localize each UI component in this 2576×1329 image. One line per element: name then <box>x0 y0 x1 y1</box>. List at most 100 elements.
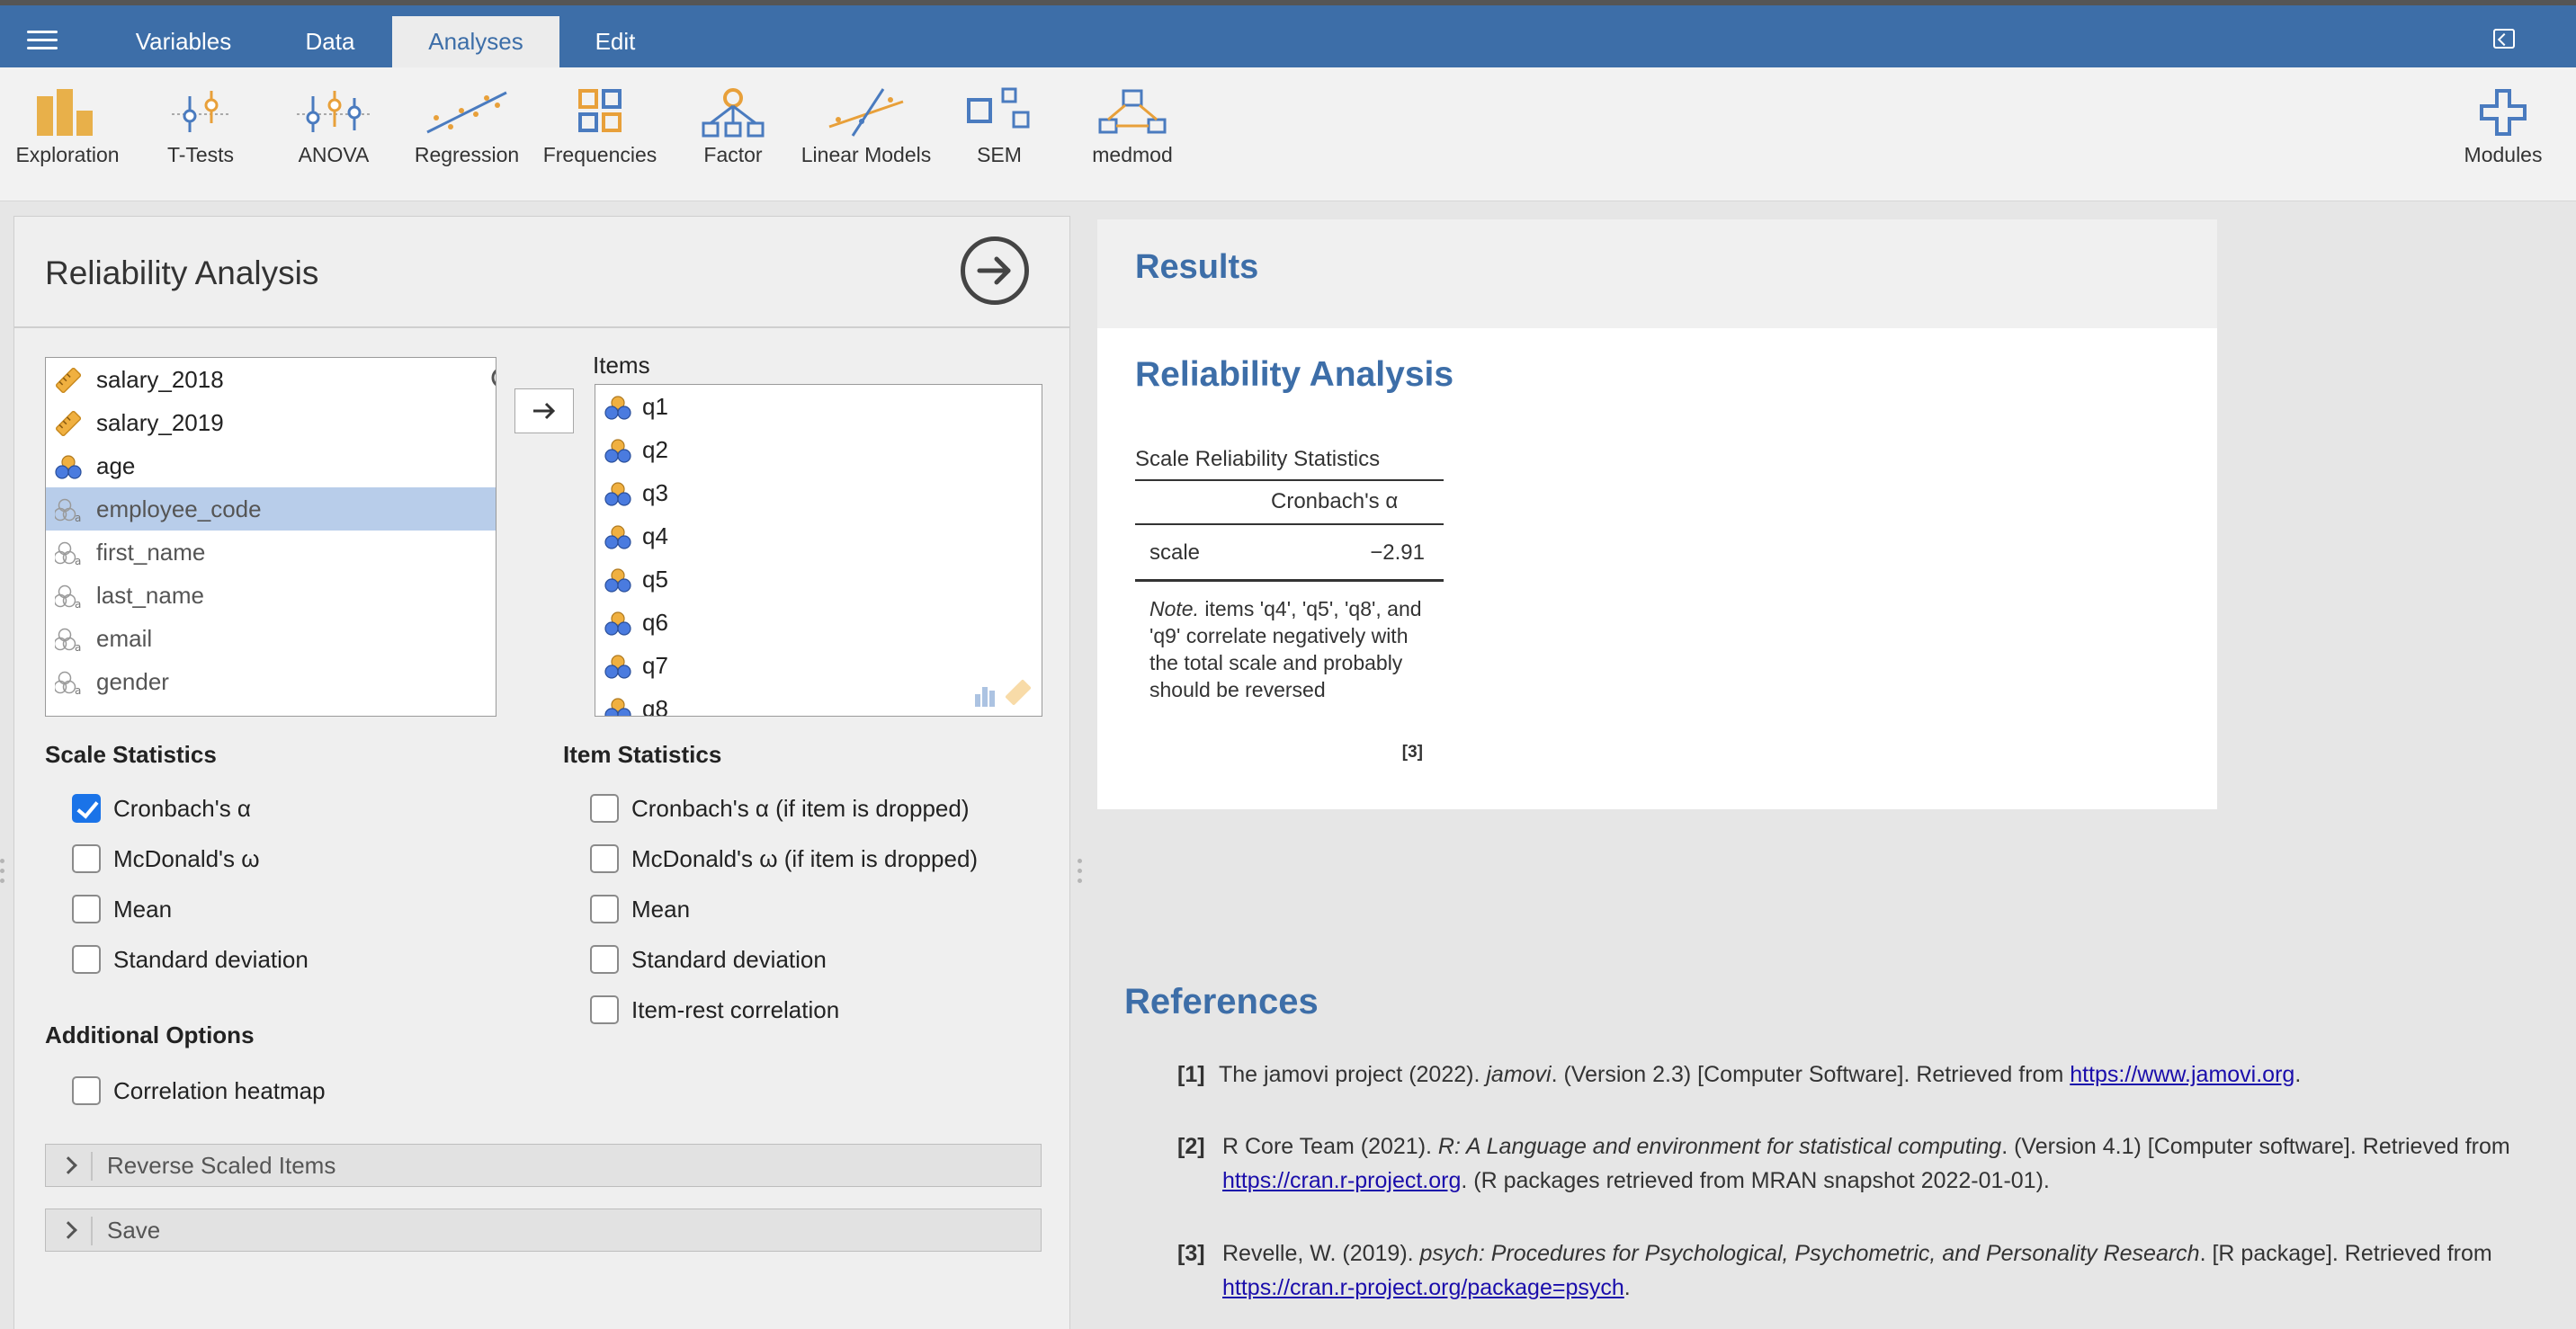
checkbox-checked[interactable] <box>72 794 101 823</box>
hamburger-menu-icon[interactable] <box>27 31 58 50</box>
variable-item-email[interactable]: a email <box>46 617 496 660</box>
item-cronbach-alpha-dropped-checkbox[interactable]: Cronbach's α (if item is dropped) <box>590 792 1022 825</box>
item-mean-checkbox[interactable]: Mean <box>590 893 1022 925</box>
medmod-icon <box>1098 89 1167 134</box>
ordinal-variable-icon <box>55 455 82 479</box>
close-options-button[interactable] <box>961 236 1029 305</box>
linear-models-icon <box>828 88 904 137</box>
variable-item-gender[interactable]: a gender <box>46 660 496 703</box>
variable-name: employee_code <box>96 495 262 522</box>
available-variables-list[interactable]: salary_2018 salary_2019 age a employee_c… <box>45 357 496 717</box>
ribbon-exploration-button[interactable]: Exploration <box>0 87 135 167</box>
move-to-items-button[interactable] <box>514 388 574 433</box>
variable-name: gender <box>96 668 169 695</box>
additional-options-heading: Additional Options <box>45 1021 255 1048</box>
variable-name: age <box>96 452 136 479</box>
allowed-measure-types-icon <box>975 679 1032 707</box>
ribbon-sem-button[interactable]: SEM <box>932 87 1067 167</box>
checkbox-unchecked[interactable] <box>72 895 101 923</box>
results-header: Results <box>1097 219 2217 328</box>
ordinal-variable-icon <box>604 568 631 593</box>
variable-item-salary-2018[interactable]: salary_2018 <box>46 358 496 401</box>
reverse-scaled-items-section[interactable]: Reverse Scaled Items <box>45 1144 1042 1187</box>
item-q4[interactable]: q4 <box>595 514 1042 557</box>
ribbon-frequencies-button[interactable]: Frequencies <box>532 87 667 167</box>
table-header-rule <box>1135 523 1444 525</box>
reference-authors: The jamovi project (2022). <box>1219 1062 1487 1087</box>
reference-title: psych: Procedures for Psychological, Psy… <box>1419 1241 2200 1266</box>
continuous-ruler-icon <box>55 368 82 393</box>
checkbox-unchecked[interactable] <box>590 794 619 823</box>
continuous-ruler-icon <box>55 411 82 436</box>
scale-standard-deviation-checkbox[interactable]: Standard deviation <box>72 943 342 976</box>
ribbon-linear-models-label: Linear Models <box>801 143 932 166</box>
variable-item-first-name[interactable]: a first_name <box>46 531 496 574</box>
svg-text:a: a <box>75 641 81 652</box>
ribbon-factor-button[interactable]: Factor <box>666 87 801 167</box>
reference-number: [3] <box>1177 1241 1205 1266</box>
ribbon-anova-button[interactable]: ANOVA <box>266 87 401 167</box>
scale-mean-checkbox[interactable]: Mean <box>72 893 342 925</box>
ordinal-variable-icon <box>604 525 631 549</box>
checkbox-unchecked[interactable] <box>590 844 619 873</box>
reference-link[interactable]: https://cran.r-project.org/package=psych <box>1222 1275 1624 1300</box>
tab-analyses[interactable]: Analyses <box>392 16 559 67</box>
arrow-right-circle-icon <box>977 256 1011 285</box>
item-name: q2 <box>642 436 668 463</box>
analysis-title: Reliability Analysis <box>1135 355 1454 394</box>
tab-variables[interactable]: Variables <box>113 16 254 67</box>
variable-item-last-name[interactable]: a last_name <box>46 574 496 617</box>
reference-tail: . <box>2294 1062 2302 1087</box>
panel-splitter-handle[interactable] <box>1078 859 1083 891</box>
table-reference-marker[interactable]: [3] <box>1396 743 1423 763</box>
checkbox-unchecked[interactable] <box>590 995 619 1024</box>
nominal-text-variable-icon: a <box>55 541 81 566</box>
save-section[interactable]: Save <box>45 1209 1042 1252</box>
item-q3[interactable]: q3 <box>595 471 1042 514</box>
correlation-heatmap-checkbox[interactable]: Correlation heatmap <box>72 1075 378 1107</box>
scale-cronbach-alpha-checkbox[interactable]: Cronbach's α <box>72 792 342 825</box>
item-mcdonald-omega-dropped-checkbox[interactable]: McDonald's ω (if item is dropped) <box>590 843 1022 875</box>
table-note: Note. items 'q4', 'q5', 'q8', and 'q9' c… <box>1149 595 1437 703</box>
reference-link[interactable]: https://cran.r-project.org <box>1222 1168 1461 1193</box>
items-list[interactable]: q1 q2 q3 q4 q5 q6 q7 q8 <box>595 384 1042 717</box>
reference-item: [2] R Core Team (2021). R: A Language an… <box>1177 1129 2518 1198</box>
checkbox-unchecked[interactable] <box>590 895 619 923</box>
item-standard-deviation-checkbox[interactable]: Standard deviation <box>590 943 1022 976</box>
variable-item-salary-2019[interactable]: salary_2019 <box>46 401 496 444</box>
left-splitter-handle[interactable] <box>0 859 5 891</box>
checkbox-unchecked[interactable] <box>72 945 101 974</box>
results-panel: Results Reliability Analysis Scale Relia… <box>1093 219 2576 1329</box>
nominal-text-variable-icon: a <box>55 671 81 695</box>
ribbon-modules-button[interactable]: Modules <box>2436 87 2571 167</box>
tab-data[interactable]: Data <box>281 16 380 67</box>
item-q2[interactable]: q2 <box>595 428 1042 471</box>
scale-mcdonald-omega-checkbox[interactable]: McDonald's ω <box>72 843 342 875</box>
item-rest-correlation-checkbox[interactable]: Item-rest correlation <box>590 994 1022 1026</box>
ribbon-regression-label: Regression <box>414 143 520 166</box>
checkbox-unchecked[interactable] <box>72 1076 101 1105</box>
ribbon-medmod-button[interactable]: medmod <box>1065 87 1200 167</box>
table-title: Scale Reliability Statistics <box>1135 447 1381 471</box>
ribbon-linear-models-button[interactable]: Linear Models <box>799 87 934 167</box>
arrow-right-icon <box>533 402 556 420</box>
results-analysis-block[interactable]: Reliability Analysis Scale Reliability S… <box>1097 328 2217 809</box>
checkbox-unchecked[interactable] <box>590 945 619 974</box>
ribbon-t-tests-button[interactable]: T-Tests <box>133 87 268 167</box>
item-q6[interactable]: q6 <box>595 601 1042 644</box>
toggle-mode-icon[interactable] <box>2493 29 2515 49</box>
ribbon-regression-button[interactable]: Regression <box>399 87 534 167</box>
sem-icon <box>967 87 1030 129</box>
item-q5[interactable]: q5 <box>595 557 1042 601</box>
tab-edit[interactable]: Edit <box>572 16 658 67</box>
reference-link[interactable]: https://www.jamovi.org <box>2070 1062 2294 1087</box>
item-q1[interactable]: q1 <box>595 385 1042 428</box>
checkbox-unchecked[interactable] <box>72 844 101 873</box>
variable-item-age[interactable]: age <box>46 444 496 487</box>
ordinal-variable-icon <box>604 655 631 679</box>
reference-authors: Revelle, W. (2019). <box>1222 1241 1420 1266</box>
variable-item-employee-code[interactable]: a employee_code <box>46 487 496 531</box>
variable-name: salary_2019 <box>96 409 224 436</box>
ribbon-anova-label: ANOVA <box>298 143 370 166</box>
table-top-rule <box>1135 479 1444 481</box>
